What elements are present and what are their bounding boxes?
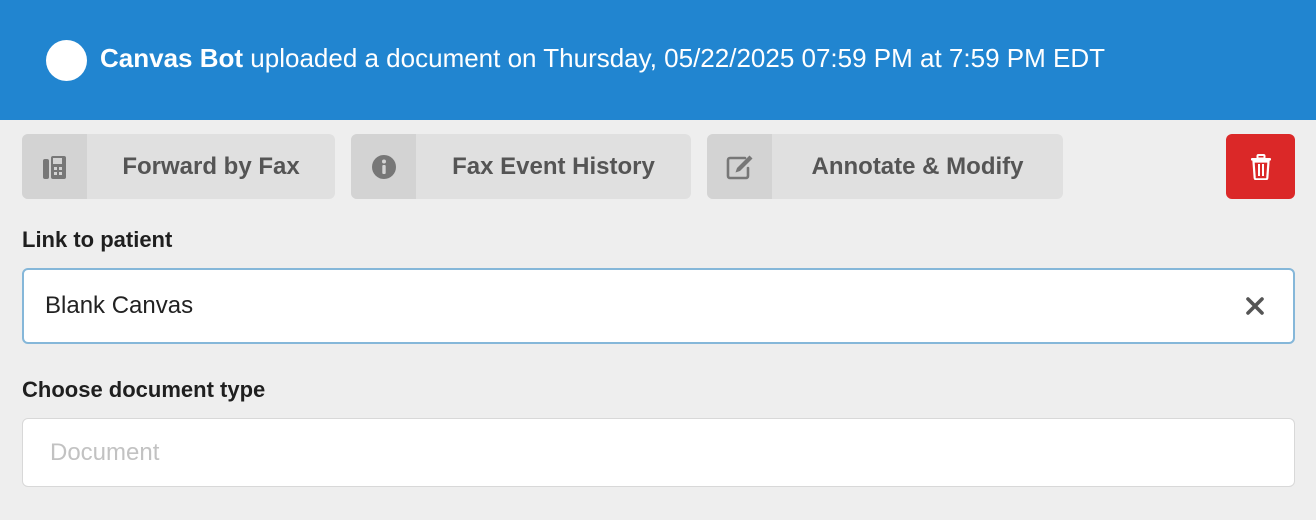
forward-by-fax-label: Forward by Fax: [122, 152, 300, 180]
patient-selected-value: Blank Canvas: [45, 292, 194, 319]
fax-event-history-button[interactable]: Fax Event History: [351, 134, 691, 199]
info-icon: [351, 134, 416, 199]
upload-description: uploaded a document on Thursday, 05/22/2…: [250, 42, 1105, 73]
delete-button[interactable]: [1226, 134, 1295, 199]
clear-patient-button[interactable]: [1235, 286, 1275, 326]
edit-icon: [707, 134, 772, 199]
upload-message: Canvas Bot uploaded a document on Thursd…: [100, 43, 1105, 74]
trash-icon: [1250, 153, 1271, 180]
annotate-modify-label: Annotate & Modify: [811, 152, 1024, 180]
patient-select[interactable]: Blank Canvas: [22, 268, 1295, 344]
forward-by-fax-button[interactable]: Forward by Fax: [22, 134, 335, 199]
document-type-field[interactable]: [22, 418, 1295, 487]
avatar: [46, 39, 87, 81]
upload-banner: Canvas Bot uploaded a document on Thursd…: [0, 0, 1316, 120]
close-icon: [1246, 297, 1264, 315]
fax-event-history-label: Fax Event History: [452, 152, 655, 180]
uploader-name: Canvas Bot: [100, 42, 244, 73]
fax-icon: [22, 134, 87, 199]
document-type-label: Choose document type: [22, 377, 266, 402]
annotate-modify-button[interactable]: Annotate & Modify: [707, 134, 1063, 199]
document-toolbar: Forward by Fax Fax Event History Annotat…: [22, 134, 1295, 199]
link-patient-label: Link to patient: [22, 227, 173, 252]
document-type-input[interactable]: [50, 438, 1250, 467]
